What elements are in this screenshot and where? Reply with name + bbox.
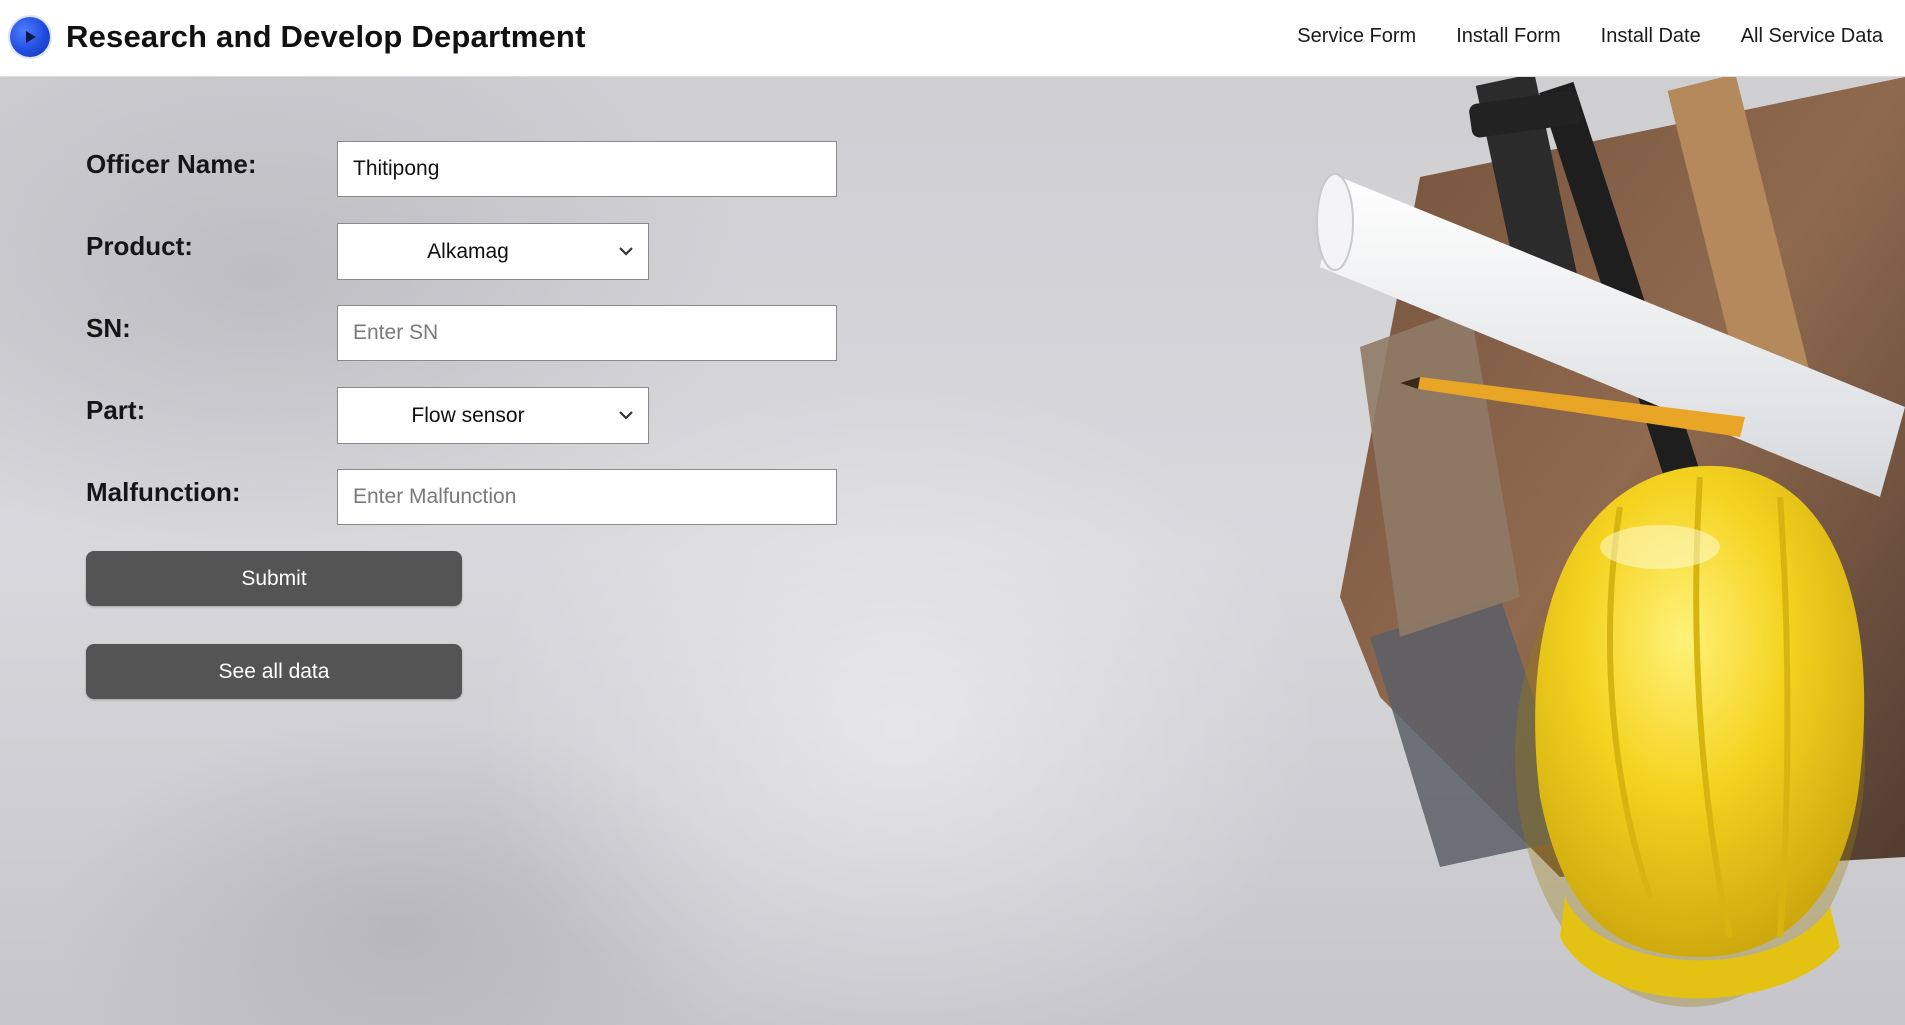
product-select[interactable]: Alkamag bbox=[337, 223, 649, 280]
page-title: Research and Develop Department bbox=[66, 19, 586, 54]
sn-input[interactable] bbox=[337, 305, 837, 361]
nav-service-form[interactable]: Service Form bbox=[1297, 25, 1416, 48]
part-selected-value: Flow sensor bbox=[411, 404, 525, 427]
see-all-data-button[interactable]: See all data bbox=[86, 644, 462, 699]
part-label: Part: bbox=[86, 395, 146, 425]
chevron-down-icon bbox=[619, 247, 633, 256]
product-label: Product: bbox=[86, 231, 193, 261]
play-circle-icon bbox=[10, 17, 50, 57]
malfunction-label: Malfunction: bbox=[86, 477, 241, 507]
nav-install-date[interactable]: Install Date bbox=[1601, 25, 1701, 48]
nav-links: Service Form Install Form Install Date A… bbox=[1297, 25, 1883, 48]
part-select[interactable]: Flow sensor bbox=[337, 387, 649, 444]
top-navbar: Research and Develop Department Service … bbox=[0, 0, 1905, 77]
officer-name-row: Officer Name: bbox=[86, 141, 846, 223]
product-selected-value: Alkamag bbox=[427, 240, 509, 263]
officer-name-input[interactable] bbox=[337, 141, 837, 197]
submit-button[interactable]: Submit bbox=[86, 551, 462, 606]
service-form: Officer Name: Product: Alkamag SN: Part:… bbox=[86, 141, 846, 751]
part-row: Part: Flow sensor bbox=[86, 387, 846, 469]
sn-row: SN: bbox=[86, 305, 846, 387]
brand[interactable]: Research and Develop Department bbox=[10, 17, 586, 57]
form-actions: Submit See all data bbox=[86, 551, 846, 751]
nav-install-form[interactable]: Install Form bbox=[1456, 25, 1560, 48]
chevron-down-icon bbox=[619, 411, 633, 420]
product-row: Product: Alkamag bbox=[86, 223, 846, 305]
malfunction-input[interactable] bbox=[337, 469, 837, 525]
officer-name-label: Officer Name: bbox=[86, 149, 257, 179]
nav-all-service-data[interactable]: All Service Data bbox=[1741, 25, 1883, 48]
malfunction-row: Malfunction: bbox=[86, 469, 846, 551]
sn-label: SN: bbox=[86, 313, 131, 343]
